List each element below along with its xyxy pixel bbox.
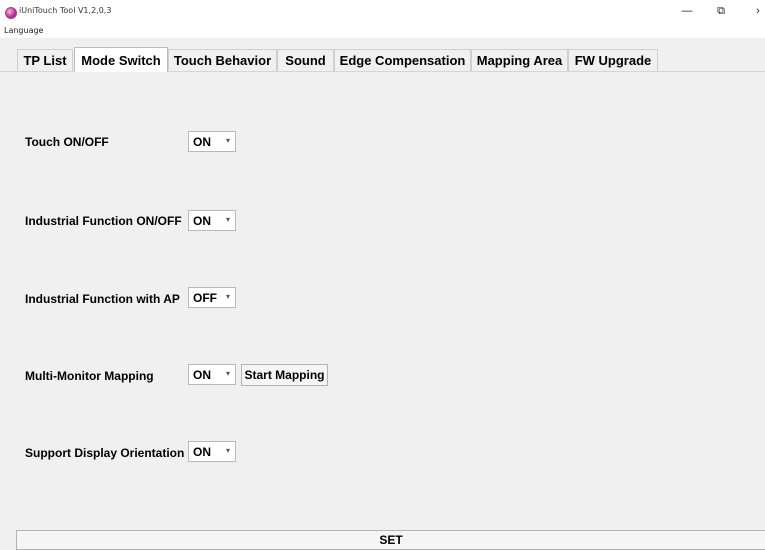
touch-onoff-label: Touch ON/OFF (25, 135, 109, 149)
chevron-down-icon: ▾ (225, 446, 230, 455)
display-orientation-select[interactable]: ON ▾ (188, 441, 236, 462)
app-logo-icon (5, 7, 17, 19)
menu-language[interactable]: Language (4, 26, 43, 35)
maximize-button[interactable]: ⧉ (712, 4, 730, 18)
industrial-function-ap-select[interactable]: OFF ▾ (188, 287, 236, 308)
industrial-function-value: ON (193, 214, 211, 228)
multi-monitor-mapping-value: ON (193, 368, 211, 382)
tab-edge-compensation[interactable]: Edge Compensation (334, 49, 471, 71)
tab-mapping-area[interactable]: Mapping Area (471, 49, 568, 71)
multi-monitor-mapping-select[interactable]: ON ▾ (188, 364, 236, 385)
tab-fw-upgrade[interactable]: FW Upgrade (568, 49, 658, 71)
chevron-down-icon: ▾ (225, 215, 230, 224)
industrial-function-ap-value: OFF (193, 291, 217, 305)
display-orientation-value: ON (193, 445, 211, 459)
tab-sound[interactable]: Sound (277, 49, 334, 71)
touch-onoff-value: ON (193, 135, 211, 149)
tab-tp-list[interactable]: TP List (17, 49, 73, 71)
multi-monitor-mapping-label: Multi-Monitor Mapping (25, 369, 154, 383)
tab-panel-mode-switch (0, 72, 765, 550)
chevron-down-icon: ▾ (225, 369, 230, 378)
menu-bar: Language (0, 24, 765, 38)
display-orientation-label: Support Display Orientation (25, 446, 185, 460)
minimize-button[interactable]: — (678, 4, 696, 18)
industrial-function-select[interactable]: ON ▾ (188, 210, 236, 231)
tab-mode-switch[interactable]: Mode Switch (74, 47, 168, 72)
touch-onoff-select[interactable]: ON ▾ (188, 131, 236, 152)
window-title: iUniTouch Tool V1,2,0,3 (19, 6, 112, 15)
chevron-down-icon: ▾ (225, 136, 230, 145)
close-button[interactable]: › (749, 4, 765, 18)
title-bar: iUniTouch Tool V1,2,0,3 — ⧉ › (0, 0, 765, 24)
industrial-function-label: Industrial Function ON/OFF (25, 214, 182, 228)
industrial-function-ap-label: Industrial Function with AP (25, 292, 180, 306)
set-button[interactable]: SET (16, 530, 765, 550)
chevron-down-icon: ▾ (225, 292, 230, 301)
start-mapping-button[interactable]: Start Mapping (241, 364, 328, 386)
tab-touch-behavior[interactable]: Touch Behavior (168, 49, 277, 71)
